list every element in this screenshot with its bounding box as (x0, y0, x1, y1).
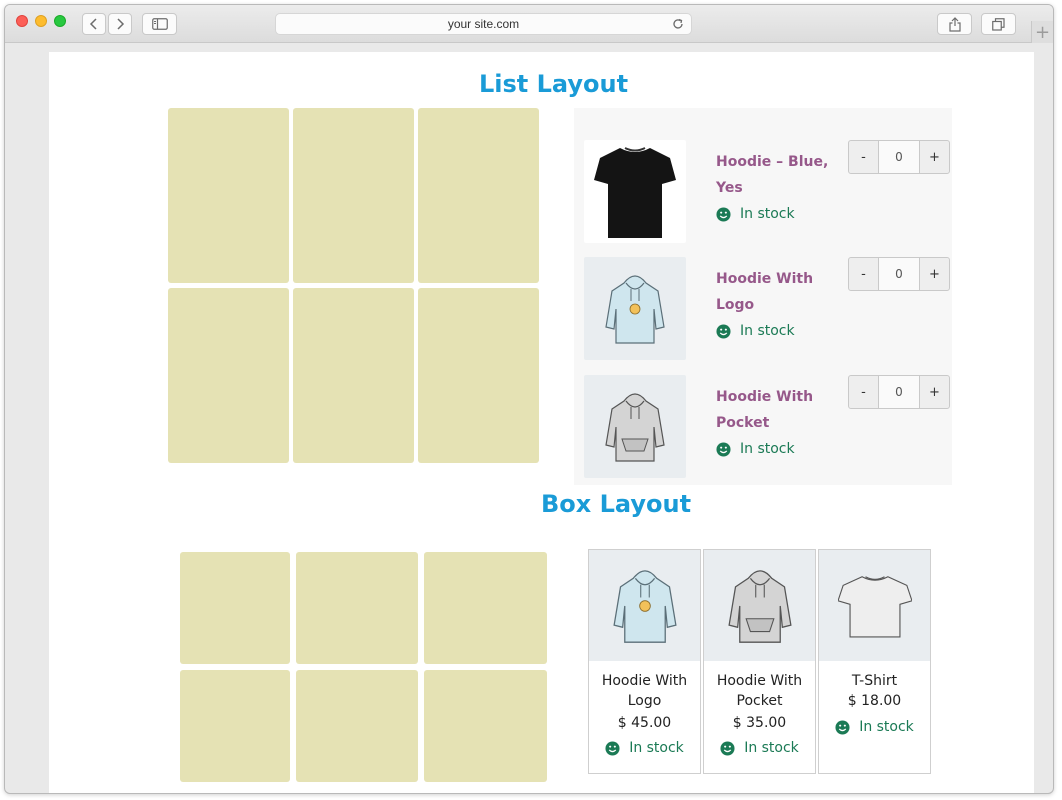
smile-icon (716, 441, 731, 457)
hoodie-pocket-icon (727, 569, 792, 643)
stock-status: In stock (819, 719, 930, 735)
stock-status: In stock (716, 441, 795, 457)
increase-quantity-button[interactable]: + (919, 140, 950, 174)
sidebar-icon (151, 18, 168, 30)
placeholder-tile (424, 670, 547, 782)
list-item: Hoodie – Blue, Yes In stock - 0 + (574, 140, 952, 250)
placeholder-tile (418, 108, 539, 283)
placeholder-tile (418, 288, 539, 463)
product-price: $ 35.00 (732, 715, 787, 731)
placeholder-tile (293, 108, 414, 283)
stock-status: In stock (716, 206, 795, 222)
tabs-icon (992, 17, 1005, 31)
stock-status: In stock (589, 740, 700, 756)
close-window-button[interactable] (16, 15, 28, 27)
stock-status: In stock (716, 323, 795, 339)
sidebar-button[interactable] (142, 13, 177, 35)
quantity-input[interactable]: 0 (879, 257, 919, 291)
stock-label: In stock (744, 740, 799, 756)
increase-quantity-button[interactable]: + (919, 257, 950, 291)
stock-label: In stock (740, 441, 795, 457)
smile-icon (835, 719, 850, 735)
quantity-stepper: - 0 + (848, 257, 952, 291)
quantity-stepper: - 0 + (848, 375, 952, 409)
reload-icon[interactable] (671, 17, 685, 31)
smile-icon (720, 740, 735, 756)
page-content: List Layout Hoodie – Blue, Yes In stock … (49, 52, 1034, 793)
product-name-link[interactable]: Hoodie With Pocket (716, 384, 836, 436)
address-text: your site.com (447, 17, 520, 31)
chevron-left-icon (89, 18, 97, 30)
stock-label: In stock (740, 323, 795, 339)
tabs-overview-button[interactable] (981, 13, 1016, 35)
product-image[interactable] (704, 550, 815, 661)
placeholder-tile (293, 288, 414, 463)
tshirt-icon (837, 575, 912, 638)
decrease-quantity-button[interactable]: - (848, 140, 879, 174)
product-name[interactable]: T-Shirt (819, 671, 930, 691)
placeholder-tile (296, 552, 418, 664)
stock-label: In stock (859, 719, 914, 735)
placeholder-tile (180, 552, 290, 664)
address-bar[interactable]: your site.com (275, 13, 692, 35)
list-product-panel: Hoodie – Blue, Yes In stock - 0 + Hoodie… (574, 108, 952, 485)
share-icon (948, 16, 961, 32)
product-card[interactable]: T-Shirt $ 18.00 In stock (818, 549, 931, 774)
list-item: Hoodie With Logo In stock - 0 + (574, 257, 952, 367)
hoodie-pocket-icon (605, 392, 665, 462)
product-card[interactable]: Hoodie With Pocket $ 35.00 In stock (703, 549, 816, 774)
quantity-input[interactable]: 0 (879, 375, 919, 409)
product-name[interactable]: Hoodie With Pocket (704, 671, 815, 711)
product-image[interactable] (584, 257, 686, 360)
product-image[interactable] (819, 550, 930, 661)
box-layout-title: Box Layout (541, 490, 692, 518)
decrease-quantity-button[interactable]: - (848, 257, 879, 291)
stock-label: In stock (629, 740, 684, 756)
hoodie-logo-icon (605, 274, 665, 344)
placeholder-tile (168, 108, 289, 283)
chevron-right-icon (117, 18, 125, 30)
placeholder-tile (168, 288, 289, 463)
share-button[interactable] (937, 13, 972, 35)
product-image[interactable] (584, 375, 686, 478)
black-tshirt-icon (594, 146, 676, 238)
product-name-link[interactable]: Hoodie – Blue, Yes (716, 149, 836, 201)
placeholder-tile (424, 552, 547, 664)
stock-status: In stock (704, 740, 815, 756)
placeholder-tile (296, 670, 418, 782)
zoom-window-button[interactable] (54, 15, 66, 27)
placeholder-tile (180, 670, 290, 782)
forward-button[interactable] (108, 13, 132, 35)
decrease-quantity-button[interactable]: - (848, 375, 879, 409)
hoodie-logo-icon (612, 569, 677, 643)
smile-icon (716, 206, 731, 222)
back-button[interactable] (82, 13, 106, 35)
product-image[interactable] (584, 140, 686, 243)
product-price: $ 45.00 (617, 715, 672, 731)
quantity-input[interactable]: 0 (879, 140, 919, 174)
product-price: $ 18.00 (847, 693, 902, 709)
list-layout-title: List Layout (479, 70, 629, 98)
browser-toolbar: your site.com + (5, 5, 1053, 43)
product-image[interactable] (589, 550, 700, 661)
minimize-window-button[interactable] (35, 15, 47, 27)
product-name-link[interactable]: Hoodie With Logo (716, 266, 836, 318)
smile-icon (716, 323, 731, 339)
stock-label: In stock (740, 206, 795, 222)
browser-window: your site.com + List Layout Hoodie – Blu… (4, 4, 1054, 794)
quantity-stepper: - 0 + (848, 140, 952, 174)
product-name[interactable]: Hoodie With Logo (589, 671, 700, 711)
new-tab-button[interactable]: + (1031, 21, 1053, 43)
product-card[interactable]: Hoodie With Logo $ 45.00 In stock (588, 549, 701, 774)
smile-icon (605, 740, 620, 756)
increase-quantity-button[interactable]: + (919, 375, 950, 409)
list-item: Hoodie With Pocket In stock - 0 + (574, 375, 952, 485)
